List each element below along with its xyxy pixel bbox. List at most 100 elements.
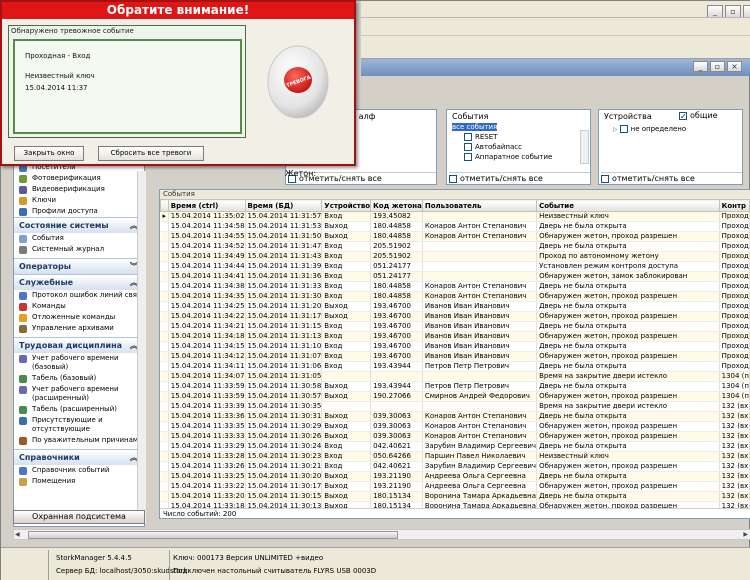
expand-icon[interactable]: ▷ — [613, 126, 618, 133]
table-row[interactable]: 15.04.2014 11:34:18 15.04.2014 11:31:13 Вх… — [160, 331, 750, 342]
row-selector[interactable] — [160, 461, 169, 472]
sub-close-icon[interactable]: × — [727, 61, 742, 72]
table-row[interactable]: 15.04.2014 11:33:59 15.04.2014 11:30:57 Вы… — [160, 391, 750, 402]
close-window-button[interactable]: Закрыть окно — [14, 146, 84, 161]
table-row[interactable]: 15.04.2014 11:34:38 15.04.2014 11:31:33 Вх… — [160, 281, 750, 292]
column-header[interactable]: Код жетона — [370, 199, 423, 212]
sidebar-item-deferred-commands[interactable]: Отложенные команды — [14, 312, 144, 323]
sidebar-item-rooms[interactable]: Помещения — [14, 476, 144, 487]
table-row[interactable]: 15.04.2014 11:33:35 15.04.2014 11:30:29 Вы… — [160, 421, 750, 432]
events-toggle-all[interactable]: отметить/снять все — [449, 174, 543, 183]
row-selector[interactable] — [160, 331, 169, 342]
column-header[interactable]: Устройство — [321, 199, 372, 212]
table-row[interactable]: 15.04.2014 11:33:36 15.04.2014 11:30:31 Вы… — [160, 411, 750, 422]
list-scrollbar[interactable] — [580, 130, 589, 164]
row-selector[interactable] — [160, 421, 169, 432]
sidebar-section-system-state[interactable]: Состояние системы ︽ — [14, 217, 144, 233]
table-row[interactable]: 15.04.2014 11:33:22 15.04.2014 11:30:17 Вы… — [160, 481, 750, 492]
row-selector[interactable] — [160, 281, 169, 292]
table-row[interactable]: 15.04.2014 11:34:55 15.04.2014 11:31:50 Вы… — [160, 231, 750, 242]
table-row[interactable]: 15.04.2014 11:34:49 15.04.2014 11:31:43 Вх… — [160, 251, 750, 262]
sidebar-item-photo-verification[interactable]: Фотоверификация — [14, 173, 144, 184]
checkbox[interactable] — [464, 143, 472, 151]
table-row[interactable]: 15.04.2014 11:33:59 15.04.2014 11:30:58 Вы… — [160, 381, 750, 392]
row-selector[interactable] — [160, 361, 169, 372]
row-selector[interactable] — [160, 271, 169, 282]
reset-alarms-button[interactable]: Сбросить все тревоги — [98, 146, 204, 161]
row-selector[interactable] — [160, 241, 169, 252]
scroll-right-icon[interactable]: ▶ — [743, 531, 748, 539]
sidebar-item-events[interactable]: События — [14, 233, 144, 244]
row-selector[interactable] — [160, 471, 169, 482]
sidebar-item-access-profiles[interactable]: Профили доступа — [14, 206, 144, 217]
table-row[interactable]: 15.04.2014 11:34:11 15.04.2014 11:31:06 Вх… — [160, 361, 750, 372]
row-selector[interactable] — [160, 311, 169, 322]
scrollbar-thumb[interactable] — [28, 531, 398, 539]
table-row[interactable]: 15.04.2014 11:34:41 15.04.2014 11:31:36 Вх… — [160, 271, 750, 282]
sidebar-item-video-verification[interactable]: Видеоверификация — [14, 184, 144, 195]
sidebar-item-commands[interactable]: Команды — [14, 301, 144, 312]
row-selector[interactable] — [160, 401, 169, 412]
horizontal-scrollbar[interactable]: ◀ ▶ — [13, 529, 750, 540]
sidebar-item-line-errors[interactable]: Протокол ошибок линий связи — [14, 290, 144, 301]
sidebar-item-timesheet-extended[interactable]: Табель (расширенный) — [14, 404, 144, 415]
devices-toggle-all[interactable]: отметить/снять все — [601, 174, 695, 183]
checkbox[interactable] — [601, 174, 609, 183]
checkbox[interactable] — [464, 153, 472, 161]
list-item[interactable]: Аппаратное событие — [450, 152, 580, 162]
list-item[interactable]: RESET — [450, 132, 580, 142]
row-selector[interactable] — [160, 301, 169, 312]
row-selector[interactable]: ▸ — [160, 211, 169, 222]
token-field[interactable]: Жетон: — [285, 169, 355, 178]
column-header[interactable]: Время (ctrl) — [167, 199, 246, 212]
sidebar-item-timesheet-basic[interactable]: Табель (базовый) — [14, 373, 144, 384]
table-row[interactable]: 15.04.2014 11:33:39 15.04.2014 11:30:35 Вр… — [160, 401, 750, 412]
table-row[interactable]: 15.04.2014 11:33:29 15.04.2014 11:30:24 Вх… — [160, 441, 750, 452]
sub-minimize-icon[interactable]: _ — [693, 61, 708, 72]
sub-restore-icon[interactable]: ▫ — [710, 61, 725, 72]
sidebar-section-service[interactable]: Служебные ︽ — [14, 274, 144, 290]
table-row[interactable]: 15.04.2014 11:34:35 15.04.2014 11:31:30 Вх… — [160, 291, 750, 302]
events-filter-list[interactable]: все события RESET Автобайпасс Аппаратное… — [450, 122, 580, 164]
table-row[interactable]: 15.04.2014 11:34:52 15.04.2014 11:31:47 Вх… — [160, 241, 750, 252]
list-item[interactable]: Автобайпасс — [450, 142, 580, 152]
sidebar-item-worktime-extended[interactable]: Учет рабочего времени (расширенный) — [14, 384, 144, 404]
column-header[interactable]: Пользователь — [421, 199, 538, 212]
table-row[interactable]: 15.04.2014 11:34:25 15.04.2014 11:31:20 Вы… — [160, 301, 750, 312]
table-row[interactable]: 15.04.2014 11:34:21 15.04.2014 11:31:15 Вх… — [160, 321, 750, 332]
checkbox[interactable] — [449, 174, 457, 183]
sidebar-item-archives[interactable]: Управление архивами — [14, 323, 144, 334]
guard-subsystem-button[interactable]: Охранная подсистема — [13, 510, 145, 524]
row-selector[interactable] — [160, 431, 169, 442]
row-selector[interactable] — [160, 371, 169, 382]
sidebar-item-system-log[interactable]: Системный журнал — [14, 244, 144, 255]
table-row[interactable]: 15.04.2014 11:33:26 15.04.2014 11:30:21 Вх… — [160, 461, 750, 472]
row-selector[interactable] — [160, 261, 169, 272]
table-row[interactable]: 15.04.2014 11:33:28 15.04.2014 11:30:23 Вх… — [160, 451, 750, 462]
table-row[interactable]: 15.04.2014 11:34:22 15.04.2014 11:31:17 Вы… — [160, 311, 750, 322]
row-selector[interactable] — [160, 251, 169, 262]
checkbox[interactable] — [619, 125, 628, 133]
row-selector[interactable] — [160, 351, 169, 362]
sidebar-section-operators[interactable]: Операторы ︾ — [14, 258, 144, 274]
column-header[interactable]: Контр — [718, 199, 750, 212]
table-row[interactable]: 15.04.2014 11:33:25 15.04.2014 11:30:20 Вы… — [160, 471, 750, 482]
checkbox-checked[interactable] — [679, 111, 687, 120]
row-selector[interactable] — [160, 221, 169, 232]
table-row[interactable]: 15.04.2014 11:34:12 15.04.2014 11:31:07 Вх… — [160, 351, 750, 362]
row-selector[interactable] — [160, 491, 169, 502]
row-selector[interactable] — [160, 391, 169, 402]
sidebar-section-directories[interactable]: Справочники ︽ — [14, 449, 144, 465]
devices-all-toggle[interactable]: общие — [679, 111, 717, 120]
table-row[interactable]: 15.04.2014 11:34:15 15.04.2014 11:31:10 Вх… — [160, 341, 750, 352]
table-row[interactable]: 15.04.2014 11:34:07 15.04.2014 11:31:05 Вр… — [160, 371, 750, 382]
row-selector[interactable] — [160, 451, 169, 462]
row-selector[interactable] — [160, 341, 169, 352]
row-selector[interactable] — [160, 441, 169, 452]
row-selector[interactable] — [160, 481, 169, 492]
sidebar-scrollbar[interactable] — [137, 171, 146, 523]
sidebar-item-keys[interactable]: Ключи — [14, 195, 144, 206]
sidebar-item-worktime-basic[interactable]: Учет рабочего времени (базовый) — [14, 353, 144, 373]
sidebar-section-labor-discipline[interactable]: Трудовая дисциплина ︽ — [14, 337, 144, 353]
sidebar-item-presence[interactable]: Присутствующие и отсутствующие — [14, 415, 144, 435]
